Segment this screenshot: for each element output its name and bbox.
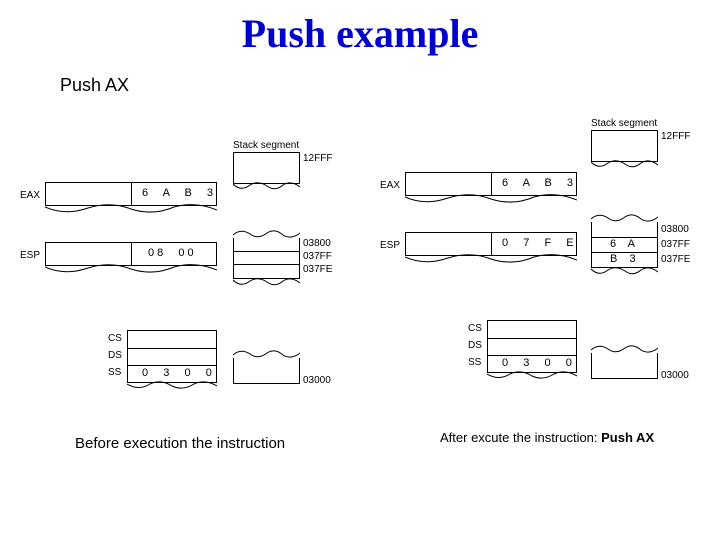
addr-03000: 03000 xyxy=(661,370,689,381)
label-ss: SS xyxy=(468,357,481,368)
row-div xyxy=(234,251,299,252)
tear-icon xyxy=(233,350,300,358)
after-caption-text: After excute the instruction: xyxy=(440,430,601,445)
label-cs: CS xyxy=(468,323,482,334)
tear-icon xyxy=(233,182,300,190)
addr-03800: 03800 xyxy=(303,238,331,249)
label-eax: EAX xyxy=(20,190,40,201)
esp-split xyxy=(491,233,492,255)
page-title: Push example xyxy=(0,10,720,57)
esp-split xyxy=(131,243,132,265)
label-ss: SS xyxy=(108,367,121,378)
ss-value: 0 3 0 0 xyxy=(502,357,575,369)
ss-value: 0 3 0 0 xyxy=(142,367,215,379)
mem-037FE: B 3 xyxy=(610,253,638,265)
tear-icon xyxy=(405,254,577,262)
slide: Push example Push AX Stack segment 12FFF… xyxy=(0,0,720,540)
stack-bottom-box xyxy=(233,358,300,384)
label-stack-segment: Stack segment xyxy=(233,140,299,151)
row-div xyxy=(128,348,216,349)
after-caption-instr: Push AX xyxy=(601,430,654,445)
mem-037FF: 6 A xyxy=(610,238,637,250)
label-esp: ESP xyxy=(380,240,400,251)
stack-top-box xyxy=(233,152,300,184)
addr-037FF: 037FF xyxy=(303,251,332,262)
addr-03800: 03800 xyxy=(661,224,689,235)
label-stack-segment: Stack segment xyxy=(591,118,657,129)
addr-037FE: 037FE xyxy=(661,254,690,265)
tear-icon xyxy=(45,264,217,272)
before-panel: Stack segment 12FFF EAX 6 A B 3 ESP 08 0… xyxy=(20,150,360,510)
esp-value: 0 7 F E xyxy=(502,237,577,249)
tear-icon xyxy=(233,230,300,238)
label-eax: EAX xyxy=(380,180,400,191)
before-caption: Before execution the instruction xyxy=(75,435,285,452)
tear-icon xyxy=(45,204,217,212)
tear-icon xyxy=(233,278,300,286)
eax-value: 6 A B 3 xyxy=(502,177,576,189)
eax-split xyxy=(131,183,132,205)
row-div xyxy=(128,365,216,366)
label-cs: CS xyxy=(108,333,122,344)
tear-icon xyxy=(405,194,577,202)
addr-12FFF: 12FFF xyxy=(661,131,690,142)
esp-value: 08 00 xyxy=(148,247,197,259)
stack-bottom-box xyxy=(591,353,658,379)
row-div xyxy=(234,264,299,265)
eax-value: 6 A B 3 xyxy=(142,187,216,199)
row-div xyxy=(488,338,576,339)
eax-split xyxy=(491,173,492,195)
addr-12FFF: 12FFF xyxy=(303,153,332,164)
tear-icon xyxy=(591,345,658,353)
tear-icon xyxy=(591,160,658,168)
stack-mid-box xyxy=(233,238,300,279)
after-caption: After excute the instruction: Push AX xyxy=(440,430,654,445)
label-esp: ESP xyxy=(20,250,40,261)
addr-037FF: 037FF xyxy=(661,239,690,250)
label-ds: DS xyxy=(108,350,122,361)
tear-icon xyxy=(487,371,577,379)
addr-03000: 03000 xyxy=(303,375,331,386)
row-div xyxy=(488,355,576,356)
tear-icon xyxy=(591,214,658,222)
tear-icon xyxy=(591,267,658,275)
subtitle: Push AX xyxy=(60,75,129,96)
stack-top-box xyxy=(591,130,658,162)
tear-icon xyxy=(127,381,217,389)
after-panel: Stack segment 12FFF EAX 6 A B 3 ESP 0 7 … xyxy=(380,150,710,510)
addr-037FE: 037FE xyxy=(303,264,332,275)
label-ds: DS xyxy=(468,340,482,351)
